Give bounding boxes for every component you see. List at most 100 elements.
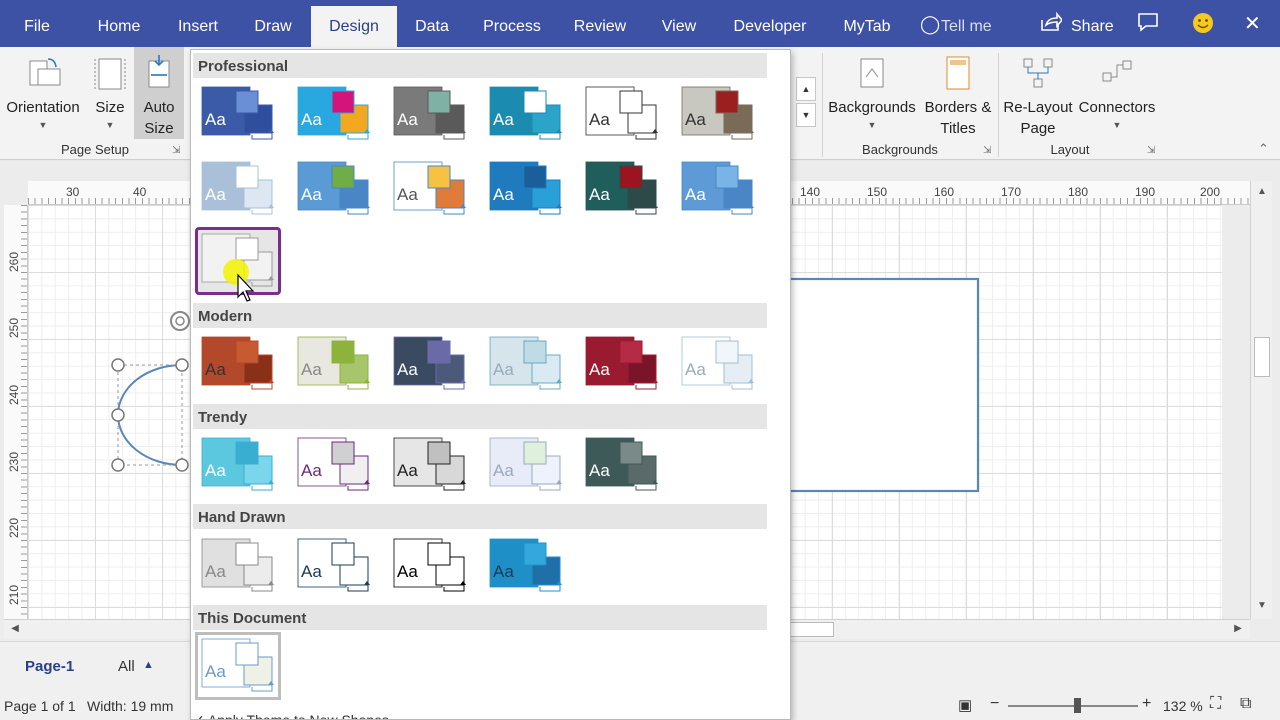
- theme-thumbnail[interactable]: Aa: [291, 80, 377, 148]
- tab-mytab[interactable]: MyTab: [836, 0, 898, 47]
- backgrounds-button[interactable]: Backgrounds ▼: [826, 47, 918, 139]
- all-pages-button[interactable]: All: [118, 658, 135, 675]
- theme-thumbnail[interactable]: Aa: [579, 431, 665, 499]
- theme-thumbnail[interactable]: Aa: [387, 431, 473, 499]
- share-button[interactable]: Share: [1071, 14, 1114, 40]
- theme-thumbnail[interactable]: Aa: [579, 155, 665, 223]
- svg-text:Aa: Aa: [589, 461, 610, 480]
- tab-insert[interactable]: Insert: [170, 0, 226, 47]
- page-size-icon: [94, 58, 126, 90]
- zoom-level[interactable]: 132 %: [1163, 698, 1203, 714]
- tab-draw[interactable]: Draw: [246, 0, 300, 47]
- svg-text:Aa: Aa: [397, 461, 418, 480]
- theme-thumbnail[interactable]: Aa: [195, 532, 281, 600]
- orientation-button[interactable]: Orientation ▼: [0, 47, 86, 139]
- collapse-ribbon-icon[interactable]: ⌃: [1258, 141, 1269, 157]
- svg-text:Aa: Aa: [301, 185, 322, 204]
- svg-text:Aa: Aa: [301, 110, 322, 129]
- ruler-label: 260: [7, 251, 21, 272]
- page-setup-group-label: Page Setup: [61, 142, 129, 157]
- theme-thumbnail[interactable]: Aa: [195, 431, 281, 499]
- page-count[interactable]: Page 1 of 1: [4, 698, 76, 714]
- theme-thumbnail[interactable]: Aa: [291, 330, 377, 398]
- tab-view[interactable]: View: [652, 0, 706, 47]
- theme-thumbnail[interactable]: Aa: [387, 155, 473, 223]
- tab-data[interactable]: Data: [406, 0, 458, 47]
- tab-process[interactable]: Process: [476, 0, 548, 47]
- tell-me-box[interactable]: Tell me: [941, 14, 992, 40]
- theme-thumbnail[interactable]: Aa: [195, 330, 281, 398]
- tab-review[interactable]: Review: [567, 0, 633, 47]
- presentation-mode-icon[interactable]: ▣: [958, 696, 972, 714]
- zoom-slider[interactable]: [1008, 705, 1138, 707]
- page-tab-page-1[interactable]: Page-1: [25, 658, 74, 675]
- tab-design[interactable]: Design: [311, 0, 397, 47]
- theme-thumbnail[interactable]: Aa: [579, 80, 665, 148]
- ruler-label: 240: [7, 384, 21, 405]
- gallery-scroll-up-icon[interactable]: ▲: [796, 77, 816, 101]
- auto-size-button[interactable]: Auto Size: [134, 47, 184, 139]
- theme-thumbnail[interactable]: Aa: [483, 330, 569, 398]
- theme-thumbnail[interactable]: Aa: [195, 80, 281, 148]
- tab-developer[interactable]: Developer: [724, 0, 816, 47]
- theme-thumbnail[interactable]: Aa: [387, 330, 473, 398]
- zoom-out-icon[interactable]: −: [990, 695, 999, 713]
- ruler-label: 200: [1200, 185, 1221, 199]
- theme-thumbnail[interactable]: Aa: [291, 532, 377, 600]
- theme-thumbnail[interactable]: Aa: [195, 632, 281, 700]
- theme-preview-icon: Aa: [489, 161, 562, 215]
- tab-file[interactable]: File: [14, 0, 60, 47]
- theme-thumbnail[interactable]: Aa: [675, 80, 761, 148]
- dialog-launcher-icon[interactable]: ⇲: [172, 145, 180, 156]
- scroll-right-icon[interactable]: ▶: [1229, 620, 1247, 638]
- theme-thumbnail[interactable]: Aa: [483, 80, 569, 148]
- theme-preview-icon: Aa: [393, 437, 466, 491]
- vertical-scroll-thumb[interactable]: [1254, 337, 1270, 377]
- scroll-down-icon[interactable]: ▼: [1253, 597, 1271, 615]
- theme-thumbnail[interactable]: Aa: [387, 80, 473, 148]
- theme-preview-icon: Aa: [681, 336, 754, 390]
- theme-thumbnail[interactable]: Aa: [291, 155, 377, 223]
- dialog-launcher-icon[interactable]: ⇲: [983, 145, 991, 156]
- zoom-in-icon[interactable]: +: [1142, 695, 1151, 713]
- theme-preview-icon: Aa: [201, 538, 274, 592]
- dialog-launcher-icon[interactable]: ⇲: [1147, 145, 1155, 156]
- gallery-scroll-down-icon[interactable]: ▼: [796, 103, 816, 127]
- section-header-modern: Modern: [193, 303, 767, 328]
- theme-thumbnail[interactable]: Aa: [483, 431, 569, 499]
- theme-thumbnail[interactable]: Aa: [387, 532, 473, 600]
- theme-thumbnail[interactable]: Aa: [291, 431, 377, 499]
- close-icon[interactable]: ✕: [1244, 12, 1261, 36]
- selected-half-circle-shape[interactable]: [111, 311, 190, 472]
- smiley-feedback-icon[interactable]: [1192, 12, 1214, 40]
- theme-thumbnail[interactable]: Aa: [675, 330, 761, 398]
- theme-thumbnail[interactable]: Aa: [675, 155, 761, 223]
- scroll-left-icon[interactable]: ◀: [6, 620, 24, 638]
- comments-icon[interactable]: [1137, 12, 1159, 38]
- rectangle-shape[interactable]: [766, 277, 980, 493]
- tab-home[interactable]: Home: [88, 0, 150, 47]
- shape-width[interactable]: Width: 19 mm: [87, 698, 173, 714]
- theme-thumbnail[interactable]: Aa: [483, 532, 569, 600]
- theme-thumbnail[interactable]: Aa: [579, 330, 665, 398]
- ruler-label: 160: [934, 185, 955, 199]
- ruler-label: 180: [1068, 185, 1089, 199]
- relayout-page-button[interactable]: Re-Layout Page: [1000, 47, 1076, 139]
- connectors-button[interactable]: Connectors ▼: [1076, 47, 1158, 139]
- borders-titles-button[interactable]: Borders & Titles: [920, 47, 996, 139]
- size-button[interactable]: Size ▼: [88, 47, 132, 139]
- theme-preview-icon: Aa: [201, 161, 274, 215]
- fit-page-icon[interactable]: ⛶: [1210, 695, 1221, 713]
- apply-theme-to-new-shapes-option[interactable]: ✓ Apply Theme to New Shapes: [193, 712, 389, 719]
- share-icon[interactable]: [1040, 11, 1064, 38]
- caret-up-icon[interactable]: ▲: [143, 659, 154, 671]
- theme-thumbnail[interactable]: Aa: [195, 155, 281, 223]
- svg-text:Aa: Aa: [397, 110, 418, 129]
- vertical-scrollbar[interactable]: ▲ ▼: [1250, 181, 1272, 619]
- switch-windows-icon[interactable]: ⧉: [1240, 695, 1251, 713]
- zoom-slider-thumb[interactable]: [1074, 698, 1081, 713]
- scroll-up-icon[interactable]: ▲: [1253, 183, 1271, 201]
- theme-thumbnail[interactable]: Aa: [483, 155, 569, 223]
- svg-text:Aa: Aa: [589, 360, 610, 379]
- svg-text:Aa: Aa: [493, 110, 514, 129]
